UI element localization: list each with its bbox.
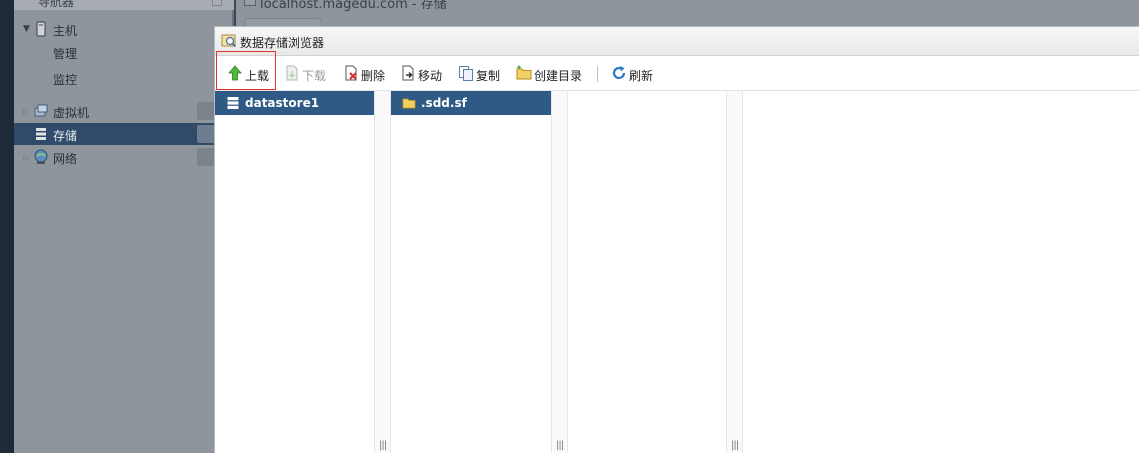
column-grip[interactable]: ||| — [731, 440, 739, 451]
toolbar-separator — [597, 66, 598, 82]
download-label: 下载 — [302, 69, 327, 83]
refresh-button[interactable]: 刷新 — [611, 64, 656, 84]
column-grip[interactable]: ||| — [556, 440, 564, 451]
storage-count-badge — [197, 125, 215, 143]
column-browser: datastore1 ||| .sdd.sf ||| ||| — [215, 91, 1139, 453]
folder-item[interactable]: .sdd.sf — [391, 91, 551, 115]
storage-page-icon — [244, 0, 256, 6]
datastore-icon — [227, 97, 239, 109]
copy-button[interactable]: 复制 — [458, 64, 503, 84]
download-button[interactable]: 下载 — [284, 64, 329, 84]
nav-item-host[interactable]: ▼ 主机 — [14, 18, 234, 40]
nav-item-manage-label: 管理 — [53, 47, 78, 61]
create-directory-label: 创建目录 — [534, 69, 583, 83]
network-count-badge — [197, 148, 215, 166]
vm-icon — [34, 104, 48, 117]
navigator-panel: 导航器 ▼ 主机 管理 监控 ▷ 虚拟机 存储 ▷ 网络 — [14, 0, 234, 453]
expand-triangle-icon[interactable]: ▷ — [23, 107, 29, 116]
nav-item-storage[interactable]: 存储 — [14, 123, 234, 145]
download-icon — [286, 65, 298, 81]
navigator-collapse-icon[interactable] — [212, 0, 222, 6]
nav-item-network-label: 网络 — [53, 152, 78, 166]
move-icon — [402, 65, 414, 81]
vms-count-badge — [197, 102, 215, 120]
nav-item-vms-label: 虚拟机 — [53, 106, 90, 120]
datastore-item[interactable]: datastore1 — [215, 91, 374, 115]
refresh-label: 刷新 — [629, 69, 654, 83]
navigator-header: 导航器 — [14, 0, 234, 10]
empty-column — [743, 91, 1139, 453]
datastore-browser-icon — [221, 34, 237, 48]
nav-item-monitor[interactable]: 监控 — [14, 67, 234, 89]
datastore-item-label: datastore1 — [245, 96, 320, 110]
column-resizer[interactable]: ||| — [726, 91, 743, 453]
create-directory-button[interactable]: 创建目录 — [516, 64, 588, 84]
host-icon — [36, 21, 46, 37]
new-folder-icon — [516, 65, 532, 80]
datastore-column: datastore1 — [215, 91, 374, 453]
column-resizer[interactable]: ||| — [374, 91, 391, 453]
folder-column: .sdd.sf — [391, 91, 551, 453]
dialog-titlebar[interactable]: 数据存储浏览器 — [215, 27, 1139, 56]
folder-icon — [402, 98, 416, 109]
column-resizer[interactable]: ||| — [551, 91, 568, 453]
nav-item-monitor-label: 监控 — [53, 73, 78, 87]
empty-column — [568, 91, 726, 453]
window-frame-edge — [0, 0, 14, 453]
move-button[interactable]: 移动 — [400, 64, 445, 84]
expand-triangle-icon[interactable]: ▷ — [23, 153, 29, 162]
delete-label: 删除 — [361, 69, 386, 83]
dialog-toolbar: 上载 下载 删除 移动 复制 创建目录 刷新 — [215, 57, 1139, 91]
datastore-browser-dialog: 数据存储浏览器 上载 下载 删除 移动 复制 创建目录 刷新 datastore… — [214, 26, 1139, 453]
dialog-title: 数据存储浏览器 — [240, 36, 325, 50]
nav-item-storage-label: 存储 — [53, 129, 78, 143]
copy-icon — [459, 66, 473, 81]
nav-item-host-label: 主机 — [53, 24, 78, 38]
upload-highlight-box — [216, 51, 276, 90]
delete-icon — [345, 65, 357, 81]
column-grip[interactable]: ||| — [379, 440, 387, 451]
expand-triangle-icon[interactable]: ▼ — [23, 24, 30, 34]
nav-item-network[interactable]: ▷ 网络 — [14, 146, 234, 168]
network-icon — [34, 149, 48, 164]
copy-label: 复制 — [476, 69, 501, 83]
navigator-header-label: 导航器 — [38, 0, 75, 9]
move-label: 移动 — [418, 69, 443, 83]
folder-item-label: .sdd.sf — [421, 96, 467, 110]
refresh-icon — [612, 66, 626, 80]
storage-icon — [36, 128, 46, 140]
background-page-title: localhost.magedu.com - 存储 — [260, 0, 447, 12]
delete-button[interactable]: 删除 — [343, 64, 388, 84]
nav-item-manage[interactable]: 管理 — [14, 41, 234, 63]
nav-item-vms[interactable]: ▷ 虚拟机 — [14, 100, 234, 122]
background-page-header: localhost.magedu.com - 存储 — [236, 0, 1139, 30]
